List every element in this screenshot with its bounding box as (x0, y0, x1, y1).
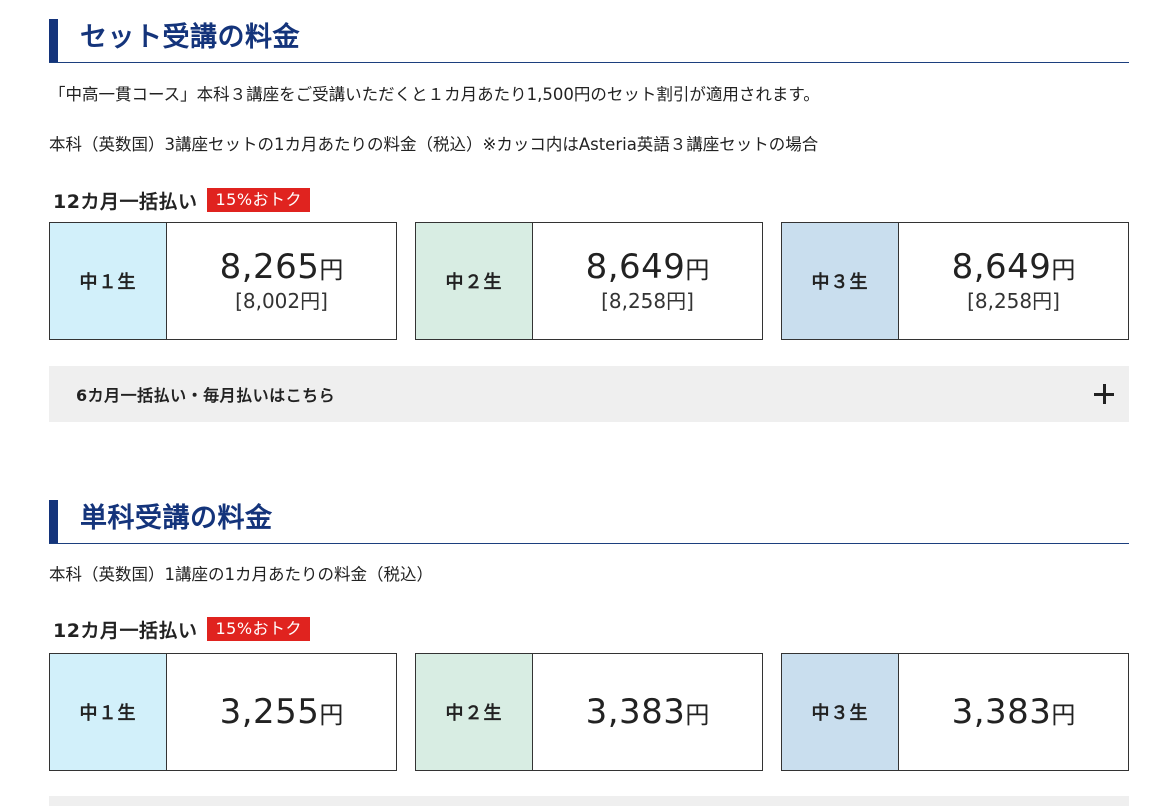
set-fee-section: セット受講の料金 「中高一貫コース」本科３講座をご受講いただくと１カ月あたり1,… (49, 16, 1129, 440)
price-main: 8,265 円 (220, 248, 344, 286)
heading-accent-bar (49, 19, 58, 62)
price-card-grade3: 中３生 3,383 円 (781, 653, 1129, 771)
plan-label: 12カ月一括払い (53, 619, 198, 642)
plan-heading: 12カ月一括払い 15%おトク (53, 187, 311, 213)
section-title: 単科受講の料金 (80, 503, 273, 534)
price-main: 8,649 円 (586, 248, 710, 286)
set-discount-intro: 「中高一貫コース」本科３講座をご受講いただくと１カ月あたり1,500円のセット割… (49, 85, 820, 104)
section-title: セット受講の料金 (80, 22, 300, 53)
accordion-label: 6カ月一括払い・毎月払いはこちら (76, 386, 336, 405)
price-box: 8,265 円 [8,002円] (167, 223, 396, 339)
discount-badge: 15%おトク (207, 188, 311, 212)
plan-heading: 12カ月一括払い 15%おトク (53, 616, 311, 642)
price-card-grade2: 中２生 8,649 円 [8,258円] (415, 222, 763, 340)
price-cards: 中１生 8,265 円 [8,002円] 中２生 8,649 円 [8,258円] … (49, 222, 1129, 340)
price-value: 8,265 (219, 247, 320, 287)
grade-label: 中１生 (50, 654, 167, 770)
grade-label: 中１生 (50, 223, 167, 339)
price-unit: 円 (319, 701, 344, 729)
single-fee-section: 単科受講の料金 本科（英数国）1講座の1カ月あたりの料金（税込） 12カ月一括払… (49, 497, 1129, 797)
price-box: 3,255 円 (167, 654, 396, 770)
heading-accent-bar (49, 500, 58, 543)
price-value: 3,255 (219, 692, 320, 732)
grade-label: 中２生 (416, 654, 533, 770)
price-card-grade2: 中２生 3,383 円 (415, 653, 763, 771)
section-heading: 単科受講の料金 (49, 497, 1129, 544)
price-box: 3,383 円 (533, 654, 762, 770)
price-box: 8,649 円 [8,258円] (533, 223, 762, 339)
asteria-price: [8,258円] (967, 289, 1060, 313)
plus-icon[interactable] (1094, 384, 1114, 404)
price-unit: 円 (685, 256, 710, 284)
price-value: 3,383 (951, 692, 1052, 732)
set-fee-note: 本科（英数国）3講座セットの1カ月あたりの料金（税込）※カッコ内はAsteria… (49, 135, 819, 154)
price-main: 3,255 円 (220, 693, 344, 731)
plan-label: 12カ月一括払い (53, 190, 198, 213)
price-main: 3,383 円 (586, 693, 710, 731)
asteria-price: [8,258円] (601, 289, 694, 313)
grade-label: 中３生 (782, 223, 899, 339)
price-box: 3,383 円 (899, 654, 1128, 770)
price-value: 8,649 (585, 247, 686, 287)
discount-badge: 15%おトク (207, 617, 311, 641)
price-value: 8,649 (951, 247, 1052, 287)
price-card-grade3: 中３生 8,649 円 [8,258円] (781, 222, 1129, 340)
section-heading: セット受講の料金 (49, 16, 1129, 63)
other-payment-accordion[interactable]: 6カ月一括払い・毎月払いはこちら (49, 366, 1129, 422)
price-main: 3,383 円 (952, 693, 1076, 731)
price-unit: 円 (1051, 256, 1076, 284)
price-box: 8,649 円 [8,258円] (899, 223, 1128, 339)
price-card-grade1: 中１生 3,255 円 (49, 653, 397, 771)
price-unit: 円 (1051, 701, 1076, 729)
price-unit: 円 (685, 701, 710, 729)
grade-label: 中２生 (416, 223, 533, 339)
price-value: 3,383 (585, 692, 686, 732)
grade-label: 中３生 (782, 654, 899, 770)
next-accordion-edge (49, 796, 1129, 806)
price-main: 8,649 円 (952, 248, 1076, 286)
price-card-grade1: 中１生 8,265 円 [8,002円] (49, 222, 397, 340)
price-unit: 円 (319, 256, 344, 284)
price-cards: 中１生 3,255 円 中２生 3,383 円 中３生 3,383 円 (49, 653, 1129, 771)
asteria-price: [8,002円] (235, 289, 328, 313)
single-fee-note: 本科（英数国）1講座の1カ月あたりの料金（税込） (49, 565, 433, 584)
